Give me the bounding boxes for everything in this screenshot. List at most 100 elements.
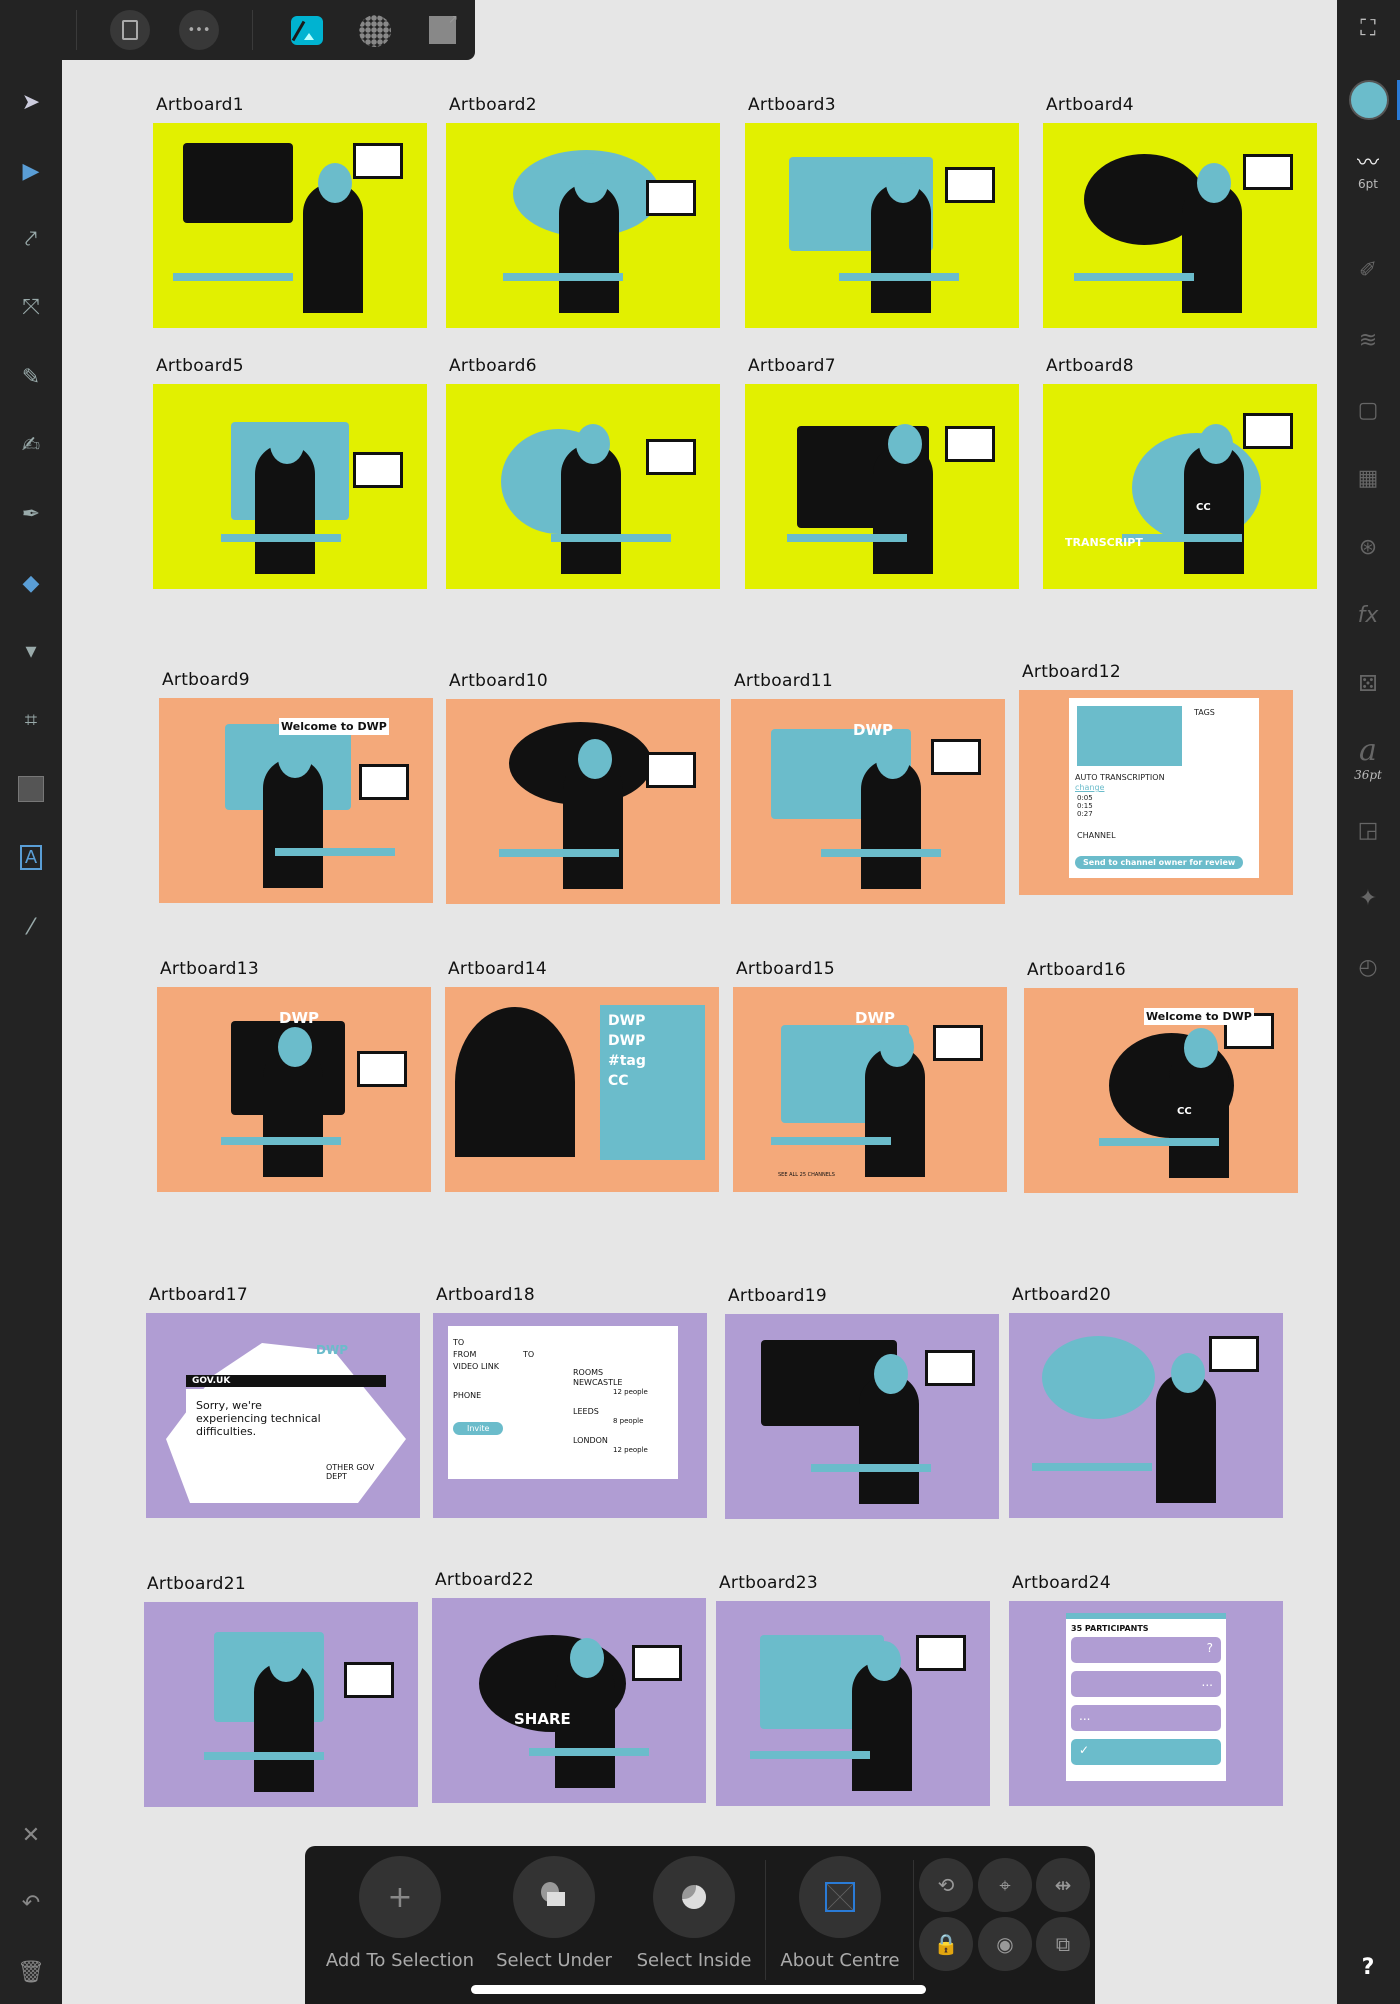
artboard[interactable]: DWP DWP #tag CC bbox=[445, 987, 719, 1192]
point-transform-tool-icon[interactable]: ⤧ bbox=[14, 290, 48, 324]
artboard-label[interactable]: Artboard21 bbox=[147, 1574, 246, 1594]
pen-tool-icon[interactable]: ✒ bbox=[14, 497, 48, 531]
artboard[interactable]: TAGS AUTO TRANSCRIPTION change 0:05 0:15 0:27… bbox=[1019, 690, 1293, 895]
artboard-label[interactable]: Artboard20 bbox=[1012, 1285, 1111, 1305]
text-tool-icon[interactable]: A bbox=[14, 840, 48, 874]
text-styles-icon[interactable]: a 36pt bbox=[1345, 733, 1391, 782]
pixel-persona-icon[interactable] bbox=[359, 15, 391, 47]
artboard[interactable] bbox=[153, 123, 427, 328]
add-to-selection-button[interactable]: + bbox=[359, 1856, 441, 1938]
artboard[interactable]: SHARE bbox=[432, 1598, 706, 1803]
help-icon[interactable]: ? bbox=[1345, 1955, 1391, 1980]
colour-wheel-icon[interactable]: ⊛ bbox=[1345, 535, 1391, 560]
artboard[interactable]: Welcome to DWP CC bbox=[1024, 988, 1298, 1193]
shape-tool-icon[interactable] bbox=[14, 772, 48, 806]
artboard[interactable] bbox=[446, 699, 720, 904]
fullscreen-icon[interactable]: ⛶ bbox=[1345, 16, 1391, 41]
crosshair-icon[interactable]: ⌖ bbox=[978, 1858, 1032, 1912]
artboard-label[interactable]: Artboard15 bbox=[736, 959, 835, 979]
artboard[interactable]: DWP SEE ALL 25 CHANNELS bbox=[733, 987, 1007, 1192]
trash-icon[interactable]: 🗑 bbox=[14, 1955, 48, 1989]
effects-icon[interactable]: ▢ bbox=[1345, 398, 1391, 423]
artboard[interactable]: DWP bbox=[731, 699, 1005, 904]
artboard-label[interactable]: Artboard10 bbox=[449, 671, 548, 691]
artboard[interactable]: TRANSCRIPT CC bbox=[1043, 384, 1317, 589]
crop-tool-icon[interactable]: ⌗ bbox=[14, 703, 48, 737]
home-indicator[interactable] bbox=[471, 1985, 926, 1994]
artboard[interactable] bbox=[745, 384, 1019, 589]
brushes-icon[interactable]: ✐ bbox=[1345, 258, 1391, 283]
move-tool-icon[interactable]: ➤ bbox=[14, 85, 48, 119]
undo-icon[interactable]: ↶ bbox=[14, 1886, 48, 1920]
artboard[interactable] bbox=[716, 1601, 990, 1806]
rotate-snap-icon[interactable]: ⟲ bbox=[919, 1858, 973, 1912]
artboard-label[interactable]: Artboard16 bbox=[1027, 960, 1126, 980]
appearance-icon[interactable]: ⚄ bbox=[1345, 672, 1391, 697]
artboard[interactable]: DWP GOV.UK Sorry, we're experiencing techn… bbox=[146, 1313, 420, 1518]
artboard-label[interactable]: Artboard8 bbox=[1046, 356, 1134, 376]
artboard-label[interactable]: Artboard13 bbox=[160, 959, 259, 979]
artboard[interactable] bbox=[446, 123, 720, 328]
send-for-review-button[interactable]: Send to channel owner for review bbox=[1075, 856, 1244, 869]
artboard[interactable]: Welcome to DWP bbox=[159, 698, 433, 903]
artboard-label[interactable]: Artboard11 bbox=[734, 671, 833, 691]
invite-button[interactable]: Invite bbox=[453, 1422, 504, 1435]
artboard[interactable] bbox=[144, 1602, 418, 1807]
document-menu-icon[interactable] bbox=[110, 10, 150, 50]
transparency-tool-icon[interactable]: ▾ bbox=[14, 634, 48, 668]
pencil-tool-icon[interactable]: ✎ bbox=[14, 360, 48, 394]
stroke-icon[interactable]: 〰 6pt bbox=[1345, 145, 1391, 191]
select-inside-button[interactable] bbox=[653, 1856, 735, 1938]
close-icon[interactable]: ✕ bbox=[14, 1818, 48, 1852]
artboard[interactable] bbox=[1043, 123, 1317, 328]
navigator-icon[interactable]: ✦ bbox=[1345, 886, 1391, 911]
artboard-label[interactable]: Artboard18 bbox=[436, 1285, 535, 1305]
artboard[interactable] bbox=[153, 384, 427, 589]
artboard-label[interactable]: Artboard17 bbox=[149, 1285, 248, 1305]
artboard-label[interactable]: Artboard4 bbox=[1046, 95, 1134, 115]
corner-tool-icon[interactable]: ⤤ bbox=[14, 222, 48, 256]
fx-icon[interactable]: fx bbox=[1345, 603, 1391, 628]
artboard[interactable] bbox=[725, 1314, 999, 1519]
swatches-icon[interactable]: ▦ bbox=[1345, 466, 1391, 491]
stroke-width-label: 6pt bbox=[1358, 177, 1378, 191]
artboard-label[interactable]: Artboard23 bbox=[719, 1573, 818, 1593]
layers-icon[interactable]: ≋ bbox=[1345, 328, 1391, 353]
fill-color-swatch[interactable] bbox=[1349, 80, 1389, 120]
visibility-icon[interactable]: ◉ bbox=[978, 1917, 1032, 1971]
vector-brush-tool-icon[interactable]: ✍ bbox=[14, 428, 48, 462]
person-figure bbox=[455, 1007, 575, 1157]
fill-tool-icon[interactable]: ◆ bbox=[14, 566, 48, 600]
artboard-label[interactable]: Artboard14 bbox=[448, 959, 547, 979]
artboard-label[interactable]: Artboard24 bbox=[1012, 1573, 1111, 1593]
artboard-label[interactable]: Artboard9 bbox=[162, 670, 250, 690]
artboard[interactable]: TO FROM TO VIDEO LINK PHONE Invite ROOMS NEWCAS… bbox=[433, 1313, 707, 1518]
color-picker-tool-icon[interactable]: ⁄ bbox=[14, 910, 48, 944]
artboard[interactable]: DWP bbox=[157, 987, 431, 1192]
node-tool-icon[interactable]: ▶ bbox=[14, 154, 48, 188]
transform-icon[interactable]: ◲ bbox=[1345, 818, 1391, 843]
lock-icon[interactable]: 🔒 bbox=[919, 1917, 973, 1971]
select-under-button[interactable] bbox=[513, 1856, 595, 1938]
about-centre-button[interactable] bbox=[799, 1856, 881, 1938]
artboard-label[interactable]: Artboard19 bbox=[728, 1286, 827, 1306]
artboard-label[interactable]: Artboard1 bbox=[156, 95, 244, 115]
export-persona-icon[interactable]: ↗ bbox=[429, 12, 458, 44]
designer-persona-icon[interactable] bbox=[291, 16, 323, 45]
artboard[interactable] bbox=[745, 123, 1019, 328]
artboard[interactable]: 35 PARTICIPANTS?...... ✓ bbox=[1009, 1601, 1283, 1806]
history-icon[interactable]: ◴ bbox=[1345, 955, 1391, 980]
more-icon[interactable]: ••• bbox=[179, 10, 219, 50]
artboard-label[interactable]: Artboard12 bbox=[1022, 662, 1121, 682]
artboard-label[interactable]: Artboard22 bbox=[435, 1570, 534, 1590]
align-centre-icon[interactable]: ⇹ bbox=[1036, 1858, 1090, 1912]
clone-icon[interactable]: ⧉ bbox=[1036, 1917, 1090, 1971]
artboard[interactable] bbox=[1009, 1313, 1283, 1518]
artboard[interactable] bbox=[446, 384, 720, 589]
artboard-label[interactable]: Artboard7 bbox=[748, 356, 836, 376]
change-link[interactable]: change bbox=[1075, 783, 1104, 792]
artboard-label[interactable]: Artboard6 bbox=[449, 356, 537, 376]
artboard-label[interactable]: Artboard5 bbox=[156, 356, 244, 376]
artboard-label[interactable]: Artboard2 bbox=[449, 95, 537, 115]
artboard-label[interactable]: Artboard3 bbox=[748, 95, 836, 115]
